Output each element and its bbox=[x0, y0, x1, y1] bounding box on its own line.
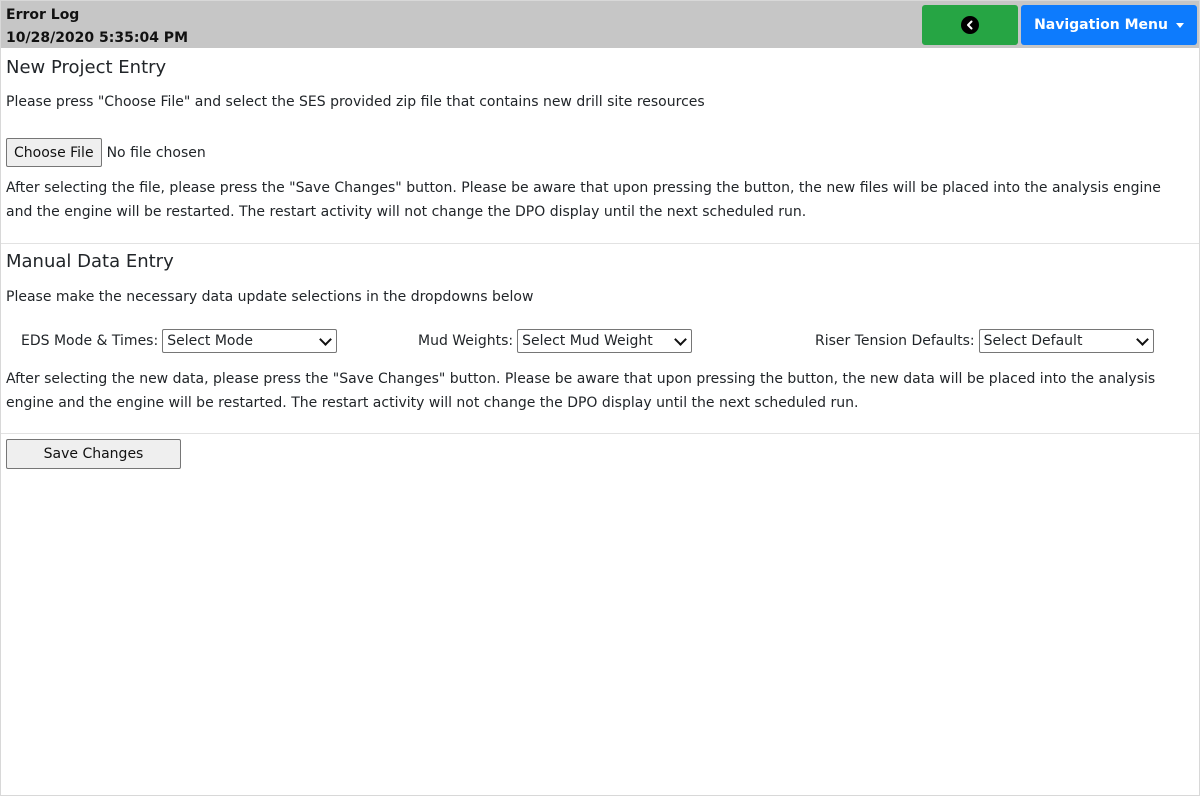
riser-tension-select[interactable]: Select Default bbox=[978, 329, 1154, 353]
page-title: Error Log bbox=[6, 7, 80, 23]
chevron-left-circle-icon bbox=[961, 16, 979, 34]
file-status: No file chosen bbox=[106, 144, 206, 161]
navigation-menu-button[interactable]: Navigation Menu bbox=[1021, 5, 1197, 45]
new-project-intro: Please press "Choose File" and select th… bbox=[6, 94, 705, 110]
back-button[interactable] bbox=[922, 5, 1018, 45]
mud-weights-select[interactable]: Select Mud Weight bbox=[517, 329, 693, 353]
timestamp: 10/28/2020 5:35:04 PM bbox=[6, 30, 188, 46]
chevron-down-icon bbox=[674, 332, 687, 346]
mud-weights-label: Mud Weights: bbox=[418, 333, 514, 349]
section-divider bbox=[1, 433, 1199, 434]
riser-tension-group: Riser Tension Defaults: Select Default bbox=[815, 329, 1154, 353]
new-project-title: New Project Entry bbox=[6, 57, 167, 78]
riser-tension-value: Select Default bbox=[983, 333, 1083, 349]
manual-entry-title: Manual Data Entry bbox=[6, 251, 174, 272]
eds-mode-select[interactable]: Select Mode bbox=[162, 329, 338, 353]
manual-entry-instructions: After selecting the new data, please pre… bbox=[6, 371, 1156, 411]
caret-down-icon bbox=[1175, 23, 1184, 28]
file-input: Choose File No file chosen bbox=[6, 138, 206, 167]
navigation-menu-label: Navigation Menu bbox=[1034, 17, 1168, 33]
chevron-down-icon bbox=[319, 332, 333, 346]
new-project-instructions: After selecting the file, please press t… bbox=[6, 180, 1161, 220]
section-divider bbox=[1, 243, 1199, 244]
manual-entry-intro: Please make the necessary data update se… bbox=[6, 289, 534, 305]
eds-mode-value: Select Mode bbox=[167, 333, 253, 349]
eds-mode-group: EDS Mode & Times: Select Mode bbox=[21, 329, 338, 353]
riser-tension-label: Riser Tension Defaults: bbox=[815, 333, 975, 349]
chevron-down-icon bbox=[1135, 332, 1149, 346]
page: Error Log 10/28/2020 5:35:04 PM Navigati… bbox=[0, 0, 1200, 796]
mud-weights-value: Select Mud Weight bbox=[522, 333, 653, 349]
choose-file-button[interactable]: Choose File bbox=[6, 138, 102, 167]
mud-weights-group: Mud Weights: Select Mud Weight bbox=[418, 329, 693, 353]
eds-mode-label: EDS Mode & Times: bbox=[21, 333, 159, 349]
save-changes-button[interactable]: Save Changes bbox=[6, 439, 181, 469]
top-bar: Error Log 10/28/2020 5:35:04 PM Navigati… bbox=[1, 1, 1199, 48]
